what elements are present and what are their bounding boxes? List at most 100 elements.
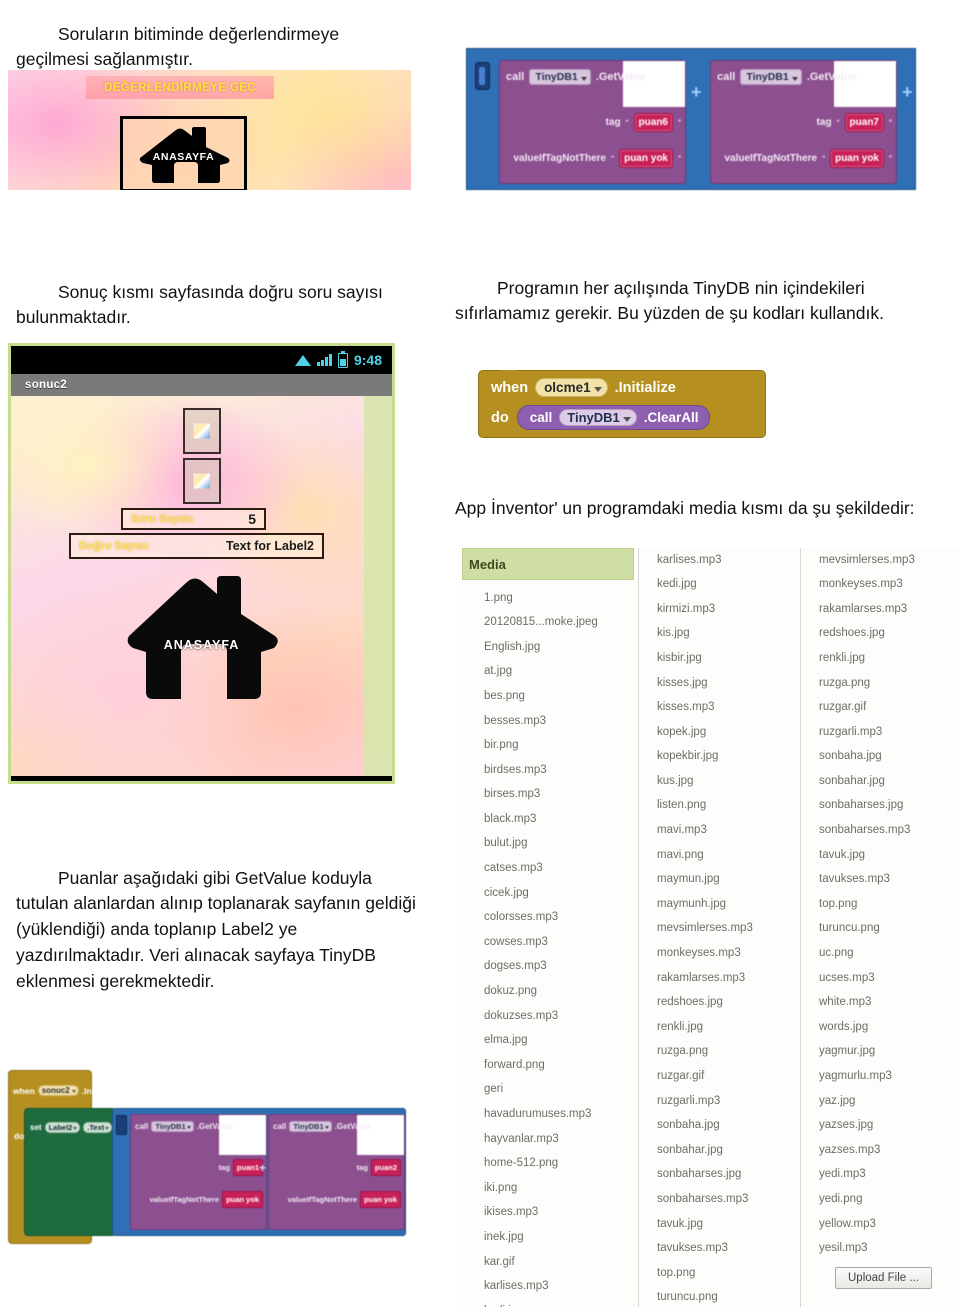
media-file-item[interactable]: renkli.jpg — [801, 646, 960, 671]
media-file-item[interactable]: dokuzses.mp3 — [462, 1004, 634, 1029]
media-file-item[interactable]: 1.png — [462, 586, 634, 611]
media-file-item[interactable]: bulut.jpg — [462, 832, 634, 857]
mutator-icon[interactable] — [475, 62, 490, 90]
degerlendirmeye-gec-button[interactable]: DEĞERLENDİRMEYE GEÇ — [86, 76, 274, 99]
media-file-item[interactable]: turuncu.png — [801, 917, 960, 942]
getvalue-block-1[interactable]: call TinyDB1 .GetValue tag “ puan6 ” val… — [499, 60, 686, 184]
media-file-item[interactable]: tavukses.mp3 — [801, 868, 960, 893]
media-file-item[interactable]: yazses.mp3 — [801, 1138, 960, 1163]
media-file-item[interactable]: besses.mp3 — [462, 709, 634, 734]
component-dropdown[interactable]: TinyDB1 — [740, 69, 802, 85]
mutator-icon[interactable] — [116, 1115, 127, 1135]
media-file-item[interactable]: birses.mp3 — [462, 783, 634, 808]
media-file-list-3[interactable]: mevsimlerses.mp3 monkeyses.mp3 rakamlarses… — [801, 548, 960, 1261]
valueiftagnotthere-string[interactable]: puan yok — [360, 1191, 401, 1208]
valueiftagnotthere-string[interactable]: puan yok — [830, 149, 884, 168]
upload-file-button[interactable]: Upload File ... — [835, 1267, 932, 1290]
media-file-item[interactable]: monkeyses.mp3 — [801, 573, 960, 598]
media-file-item[interactable]: kopekbir.jpg — [639, 745, 797, 770]
media-file-item[interactable]: turuncu.png — [639, 1286, 797, 1307]
media-file-item[interactable]: forward.png — [462, 1053, 634, 1078]
media-file-item[interactable]: karlises.mp3 — [462, 1275, 634, 1300]
anasayfa-button[interactable]: ANASAYFA — [120, 116, 247, 190]
call-clearall-block[interactable]: call TinyDB1 .ClearAll — [516, 405, 710, 430]
media-file-item[interactable]: yagmurlu.mp3 — [801, 1064, 960, 1089]
media-file-item[interactable]: sonbahar.jpg — [801, 769, 960, 794]
media-file-item[interactable]: ruzgarli.mp3 — [801, 720, 960, 745]
media-file-item[interactable]: mevsimlerses.mp3 — [801, 548, 960, 573]
media-file-item[interactable]: tavuk.jpg — [801, 843, 960, 868]
media-file-item[interactable]: redshoes.jpg — [801, 622, 960, 647]
media-file-item[interactable]: yedi.mp3 — [801, 1163, 960, 1188]
component-dropdown[interactable]: Label2 — [44, 1122, 81, 1133]
component-dropdown[interactable]: TinyDB1 — [559, 409, 637, 426]
media-file-item[interactable]: maymun.jpg — [639, 868, 797, 893]
media-file-item[interactable]: rakamlarses.mp3 — [801, 597, 960, 622]
media-file-item[interactable]: kus.jpg — [639, 769, 797, 794]
media-file-item[interactable]: sonbaha.jpg — [639, 1114, 797, 1139]
getvalue-block-2[interactable]: call TinyDB1 .GetValue tag “ puan7 ” val… — [710, 60, 897, 184]
media-file-item[interactable]: elma.jpg — [462, 1029, 634, 1054]
media-file-item[interactable]: uc.png — [801, 942, 960, 967]
media-file-item[interactable]: redshoes.jpg — [639, 991, 797, 1016]
media-file-item[interactable]: English.jpg — [462, 635, 634, 660]
media-file-item[interactable]: kis.jpg — [639, 622, 797, 647]
media-file-item[interactable]: iki.png — [462, 1176, 634, 1201]
media-file-item[interactable]: white.mp3 — [801, 991, 960, 1016]
media-file-item[interactable]: catses.mp3 — [462, 857, 634, 882]
media-file-item[interactable]: havadurumuses.mp3 — [462, 1102, 634, 1127]
media-file-item[interactable]: maymunh.jpg — [639, 892, 797, 917]
when-initialize-block[interactable]: when olcme1 .Initialize do call TinyDB1 … — [478, 370, 766, 438]
media-file-item[interactable]: kar.gif — [462, 1250, 634, 1275]
image-placeholder-2[interactable] — [182, 458, 221, 504]
component-dropdown[interactable]: TinyDB1 — [289, 1121, 332, 1132]
media-file-item[interactable]: cowses.mp3 — [462, 930, 634, 955]
media-file-item[interactable]: sonbahar.jpg — [639, 1138, 797, 1163]
media-file-item[interactable]: yazses.jpg — [801, 1114, 960, 1139]
image-placeholder-1[interactable] — [182, 408, 221, 454]
media-file-item[interactable]: sonbaharses.mp3 — [639, 1187, 797, 1212]
media-file-item[interactable]: kisbir.jpg — [639, 646, 797, 671]
media-file-item[interactable]: karlises.mp3 — [639, 548, 797, 573]
media-file-item[interactable]: top.png — [639, 1261, 797, 1286]
tag-value-string[interactable]: puan7 — [844, 113, 884, 132]
media-file-item[interactable]: rakamlarses.mp3 — [639, 966, 797, 991]
media-file-item[interactable]: hayvanlar.mp3 — [462, 1127, 634, 1152]
media-file-item[interactable]: monkeyses.mp3 — [639, 942, 797, 967]
media-file-item[interactable]: mevsimlerses.mp3 — [639, 917, 797, 942]
media-file-item[interactable]: yedi.png — [801, 1187, 960, 1212]
media-file-item[interactable]: tavuk.jpg — [639, 1212, 797, 1237]
media-file-item[interactable]: yellow.mp3 — [801, 1212, 960, 1237]
media-file-item[interactable]: dokuz.png — [462, 980, 634, 1005]
tag-value-string[interactable]: puan6 — [633, 113, 673, 132]
component-dropdown[interactable]: sonuc2 — [37, 1085, 79, 1096]
media-file-list-2[interactable]: karlises.mp3 kedi.jpg kirmizi.mp3 kis.jpg ki… — [639, 548, 797, 1307]
media-file-item[interactable]: bir.png — [462, 734, 634, 759]
getvalue-block-b[interactable]: call TinyDB1 .GetValue tag puan2 valueIf… — [268, 1114, 405, 1230]
property-dropdown[interactable]: .Text — [83, 1122, 113, 1133]
component-dropdown[interactable]: TinyDB1 — [151, 1121, 194, 1132]
media-file-item[interactable]: kedi.jpg — [639, 573, 797, 598]
media-file-item[interactable]: kisses.mp3 — [639, 696, 797, 721]
media-file-list-1[interactable]: 1.png 20120815...moke.jpeg English.jpg at.j… — [462, 580, 634, 1307]
media-file-item[interactable]: yesil.mp3 — [801, 1237, 960, 1262]
media-file-item[interactable]: black.mp3 — [462, 807, 634, 832]
media-file-item[interactable]: kedi.jpg — [462, 1299, 634, 1307]
media-file-item[interactable]: inek.jpg — [462, 1225, 634, 1250]
media-file-item[interactable]: home-512.png — [462, 1152, 634, 1177]
media-file-item[interactable]: bes.png — [462, 684, 634, 709]
media-file-item[interactable]: ruzgarli.mp3 — [639, 1089, 797, 1114]
media-file-item[interactable]: sonbaharses.mp3 — [801, 819, 960, 844]
media-file-item[interactable]: listen.png — [639, 794, 797, 819]
media-file-item[interactable]: ruzga.png — [801, 671, 960, 696]
media-file-item[interactable]: sonbaharses.jpg — [801, 794, 960, 819]
phone-anasayfa-button[interactable]: ANASAYFA — [117, 568, 287, 703]
media-file-item[interactable]: tavukses.mp3 — [639, 1237, 797, 1262]
media-file-item[interactable]: words.jpg — [801, 1015, 960, 1040]
media-file-item[interactable]: dogses.mp3 — [462, 955, 634, 980]
media-file-item[interactable]: ruzgar.gif — [801, 696, 960, 721]
media-file-item[interactable]: ruzga.png — [639, 1040, 797, 1065]
addition-block[interactable]: call TinyDB1 .GetValue tag puan1 valueIf… — [112, 1108, 406, 1236]
media-file-item[interactable]: top.png — [801, 892, 960, 917]
media-file-item[interactable]: mavi.png — [639, 843, 797, 868]
